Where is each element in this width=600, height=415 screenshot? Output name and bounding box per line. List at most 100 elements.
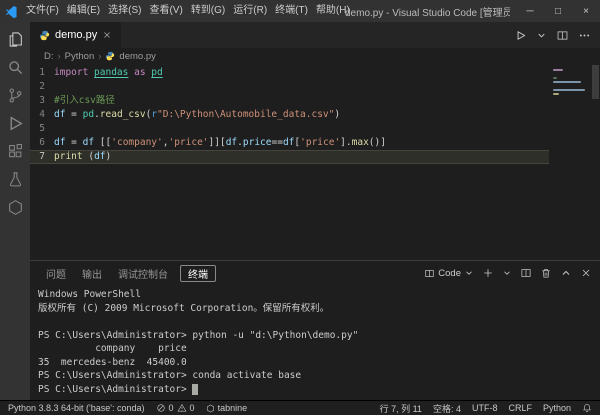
code-text: df = df [['company','price']][df.price==…	[54, 137, 386, 148]
encoding-status[interactable]: UTF-8	[472, 403, 498, 413]
code-line[interactable]: 3 #引入csv路径	[30, 94, 549, 108]
line-number[interactable]: 5	[30, 122, 54, 136]
split-terminal-icon[interactable]	[520, 267, 532, 279]
line-number[interactable]: 2	[30, 80, 54, 94]
run-dropdown-icon[interactable]	[536, 30, 547, 41]
breadcrumb-item-1[interactable]: Python	[65, 51, 95, 62]
tabnine-label: tabnine	[217, 403, 248, 413]
run-python-file-button[interactable]	[514, 29, 527, 42]
kill-terminal-icon[interactable]	[540, 267, 552, 279]
minimap-line	[553, 69, 563, 71]
code-text: import pandas as pd	[54, 67, 163, 78]
line-number[interactable]: 1	[30, 66, 54, 80]
tab-demo-py[interactable]: demo.py	[30, 22, 122, 48]
new-terminal-icon[interactable]	[482, 267, 494, 279]
terminal-line: 版权所有 (C) 2009 Microsoft Corporation。保留所有…	[38, 302, 330, 314]
menu-item-2[interactable]: 选择(S)	[104, 0, 145, 22]
status-left: Python 3.8.3 64-bit ('base': conda) 0 0 …	[8, 403, 247, 413]
line-number[interactable]: 6	[30, 136, 54, 150]
vscode-window: 文件(F) 编辑(E) 选择(S) 查看(V) 转到(G) 运行(R) 终端(T) 帮助(H)…	[0, 0, 600, 415]
window-controls: ─ □ ×	[516, 0, 600, 22]
line-number[interactable]: 4	[30, 108, 54, 122]
problems-status[interactable]: 0 0	[156, 403, 195, 413]
indentation-status[interactable]: 空格: 4	[433, 402, 461, 415]
code-line[interactable]: 5	[30, 122, 549, 136]
code-line[interactable]: 6 df = df [['company','price']][df.price=…	[30, 136, 549, 150]
code-line[interactable]: 7 print (df)	[30, 150, 549, 164]
close-panel-icon[interactable]	[580, 267, 592, 279]
editor-column: demo.py D: › Python › demo.py 1 import pandas…	[30, 22, 600, 400]
panel-tab-2[interactable]: 调试控制台	[110, 261, 176, 285]
scrollbar-thumb[interactable]	[592, 65, 599, 99]
close-tab-icon[interactable]	[102, 30, 112, 40]
panel-header: 问题 输出 调试控制台 终端 Code	[30, 261, 600, 285]
code-line[interactable]: 2	[30, 80, 549, 94]
source-control-icon[interactable]	[0, 81, 30, 109]
language-mode-status[interactable]: Python	[543, 403, 571, 413]
eol-status[interactable]: CRLF	[508, 403, 532, 413]
status-right: 行 7, 列 11 空格: 4 UTF-8 CRLF Python	[380, 402, 592, 415]
explorer-icon[interactable]	[0, 25, 30, 53]
terminal-line: Windows PowerShell	[38, 289, 141, 300]
panel-tab-3[interactable]: 终端	[180, 264, 216, 282]
minimap-line	[553, 81, 581, 83]
vscode-logo-icon	[0, 5, 22, 18]
terminal-cursor	[192, 383, 199, 395]
activity-bar	[0, 22, 30, 400]
code-editor[interactable]: 1 import pandas as pd 2 3 #引入csv路径 4 df = pd.r…	[30, 64, 600, 260]
extensions-icon[interactable]	[0, 137, 30, 165]
title-bar: 文件(F) 编辑(E) 选择(S) 查看(V) 转到(G) 运行(R) 终端(T) 帮助(H)…	[0, 0, 600, 22]
more-actions-icon[interactable]	[578, 29, 591, 42]
editor-scrollbar[interactable]	[591, 64, 600, 260]
editor-actions	[505, 22, 600, 48]
panel-tab-0[interactable]: 问题	[38, 261, 74, 285]
terminal-output[interactable]: Windows PowerShell 版权所有 (C) 2009 Microsof…	[30, 285, 600, 400]
python-file-icon	[39, 30, 50, 41]
tabnine-logo-icon	[206, 404, 215, 413]
notifications-bell-icon[interactable]	[582, 403, 592, 413]
search-icon[interactable]	[0, 53, 30, 81]
line-number[interactable]: 7	[30, 150, 54, 164]
minimap[interactable]	[549, 64, 591, 260]
terminal-line: 35 mercedes-benz 45400.0	[38, 356, 187, 368]
testing-icon[interactable]	[0, 165, 30, 193]
close-window-button[interactable]: ×	[572, 0, 600, 22]
editor-tab-bar: demo.py	[30, 22, 600, 48]
breadcrumb-item-2[interactable]: demo.py	[119, 51, 155, 62]
minimap-line	[553, 77, 557, 79]
terminal-line: PS C:\Users\Administrator> conda activat…	[38, 370, 302, 381]
terminal-dropdown-icon[interactable]	[502, 268, 512, 278]
menu-item-5[interactable]: 运行(R)	[229, 0, 271, 22]
line-number[interactable]: 3	[30, 94, 54, 108]
menu-item-4[interactable]: 转到(G)	[187, 0, 229, 22]
split-editor-icon[interactable]	[556, 29, 569, 42]
code-text: print (df)	[54, 151, 112, 162]
maximize-button[interactable]: □	[544, 0, 572, 22]
breadcrumb-item-0[interactable]: D:	[44, 51, 54, 62]
menu-item-3[interactable]: 查看(V)	[145, 0, 186, 22]
menu-item-1[interactable]: 编辑(E)	[63, 0, 104, 22]
menu-item-0[interactable]: 文件(F)	[22, 0, 63, 22]
python-file-icon	[105, 51, 115, 61]
code-line[interactable]: 1 import pandas as pd	[30, 66, 549, 80]
main-area: demo.py D: › Python › demo.py 1 import pandas…	[0, 22, 600, 400]
tabnine-status[interactable]: tabnine	[206, 403, 248, 413]
breadcrumb: D: › Python › demo.py	[30, 48, 600, 64]
python-interpreter-status[interactable]: Python 3.8.3 64-bit ('base': conda)	[8, 403, 145, 413]
terminal-line: PS C:\Users\Administrator>	[38, 383, 600, 397]
tabnine-icon[interactable]	[0, 193, 30, 221]
minimize-button[interactable]: ─	[516, 0, 544, 22]
menu-item-6[interactable]: 终端(T)	[271, 0, 312, 22]
cursor-position-status[interactable]: 行 7, 列 11	[380, 402, 422, 415]
run-debug-icon[interactable]	[0, 109, 30, 137]
breadcrumb-separator: ›	[57, 50, 61, 62]
maximize-panel-icon[interactable]	[560, 267, 572, 279]
panel-tab-1[interactable]: 输出	[74, 261, 110, 285]
terminal-line: PS C:\Users\Administrator> python -u "d:…	[38, 329, 359, 341]
status-bar: Python 3.8.3 64-bit ('base': conda) 0 0 …	[0, 400, 600, 415]
bottom-panel: 问题 输出 调试控制台 终端 Code Windows PowerShell 版…	[30, 260, 600, 400]
warning-icon	[177, 403, 187, 413]
shell-selector[interactable]: Code	[424, 268, 474, 279]
code-line[interactable]: 4 df = pd.read_csv(r"D:\Python\Automobile…	[30, 108, 549, 122]
